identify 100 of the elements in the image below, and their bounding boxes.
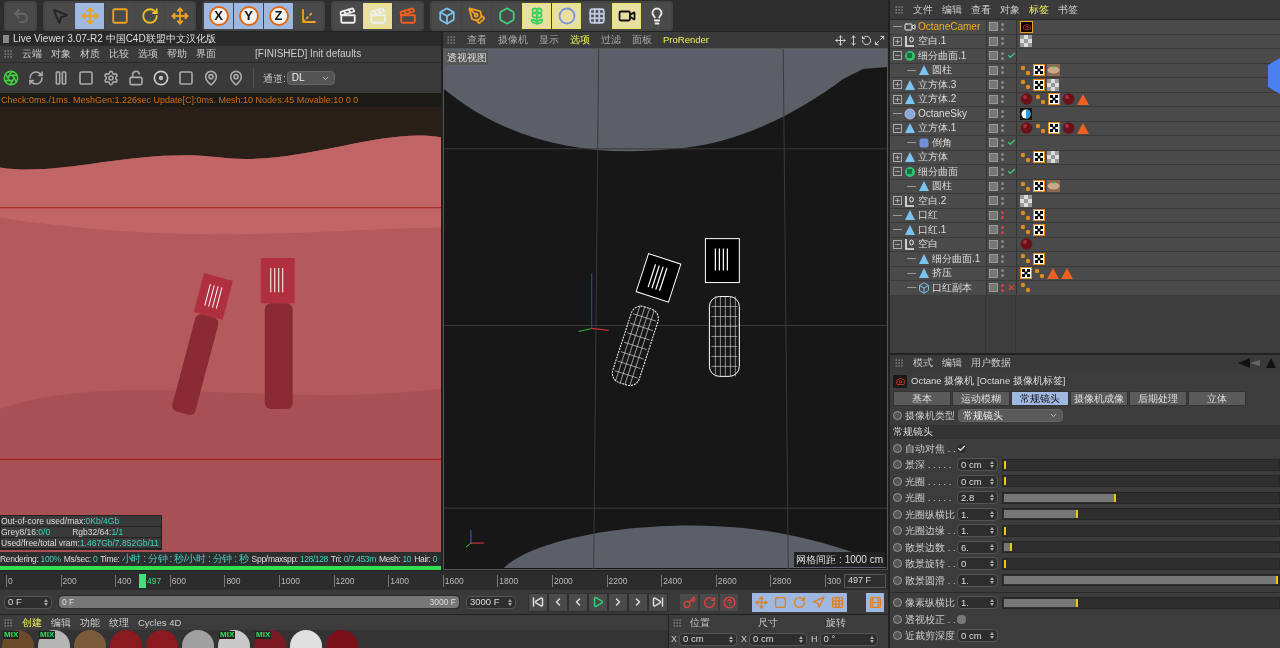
visibility-dots-icon[interactable] <box>1001 211 1004 220</box>
expand-icon[interactable] <box>893 36 902 46</box>
triangle-tag-icon[interactable] <box>1061 267 1073 279</box>
pin-icon[interactable] <box>203 70 219 86</box>
layer-swatch-icon[interactable] <box>989 254 998 264</box>
slider-fill[interactable] <box>1004 543 1013 552</box>
pan-icon[interactable] <box>835 34 846 46</box>
number-field[interactable]: 0 cm <box>957 474 998 488</box>
layer-swatch-icon[interactable] <box>989 94 998 104</box>
menu-item[interactable]: 过滤 <box>601 35 621 45</box>
material-swatch[interactable] <box>146 630 178 648</box>
object-name[interactable]: 倒角 <box>932 137 952 148</box>
keyframe-button[interactable] <box>720 593 738 611</box>
checker-tag-icon[interactable] <box>1020 35 1032 48</box>
menu-item[interactable]: 编辑 <box>942 358 962 368</box>
visibility-dots-icon[interactable] <box>1001 182 1004 191</box>
object-name[interactable]: 空白.1 <box>918 36 947 47</box>
collapse-icon[interactable] <box>893 123 902 133</box>
checker-tag-icon[interactable] <box>1033 151 1045 164</box>
slider-track[interactable] <box>1002 524 1280 537</box>
dots-tag-icon[interactable] <box>1035 93 1046 105</box>
dots-tag-icon[interactable] <box>1020 224 1031 236</box>
slider-fill[interactable] <box>1004 493 1117 502</box>
axis-toggle[interactable]: Y <box>234 2 263 29</box>
number-field[interactable]: 1. <box>957 507 998 521</box>
expand-icon[interactable] <box>893 94 902 104</box>
tool-button[interactable] <box>642 2 671 29</box>
orbit-icon[interactable] <box>861 34 872 46</box>
expand-icon[interactable] <box>893 80 902 90</box>
visibility-dots-icon[interactable] <box>1001 138 1004 147</box>
axis-toggle[interactable]: Z <box>264 2 293 29</box>
dots-tag-icon[interactable] <box>1020 79 1031 91</box>
checker-tag-icon[interactable] <box>1033 223 1045 236</box>
object-name[interactable]: 细分曲面.1 <box>918 50 967 61</box>
range-slider[interactable]: 0 F 3000 F <box>59 596 459 608</box>
triangle-tag-icon[interactable] <box>1077 122 1089 134</box>
tool-button[interactable] <box>552 2 581 29</box>
triangle-tag-icon[interactable] <box>1077 93 1089 105</box>
menu-item[interactable]: 选项 <box>570 35 590 45</box>
menu-item[interactable]: 功能 <box>80 617 100 628</box>
layer-swatch-icon[interactable] <box>989 138 998 148</box>
checker-tag-icon[interactable] <box>1048 93 1060 106</box>
menu-item[interactable]: ProRender <box>663 35 709 45</box>
camera-tag-icon[interactable] <box>1020 20 1033 33</box>
gear-icon[interactable] <box>103 70 119 86</box>
dots-tag-icon[interactable] <box>1020 64 1031 76</box>
layer-swatch-icon[interactable] <box>989 65 998 75</box>
material-swatch[interactable]: MIX <box>38 630 70 648</box>
layer-swatch-icon[interactable] <box>989 225 998 235</box>
collapse-icon[interactable] <box>893 167 902 177</box>
refresh-icon[interactable] <box>28 70 44 86</box>
object-name[interactable]: 细分曲面 <box>918 166 958 177</box>
sky-tag-icon[interactable] <box>1020 107 1032 120</box>
layer-swatch-icon[interactable] <box>989 51 998 61</box>
slider-track[interactable] <box>1002 475 1280 488</box>
checker-tag-icon[interactable] <box>1020 267 1032 280</box>
layer-swatch-icon[interactable] <box>989 167 998 177</box>
material-swatch[interactable] <box>182 630 214 648</box>
layer-swatch-icon[interactable] <box>989 268 998 278</box>
start-frame-field[interactable]: 0 F <box>4 595 52 609</box>
visibility-dots-icon[interactable] <box>1001 109 1004 118</box>
visibility-dots-icon[interactable] <box>1001 167 1004 176</box>
object-name[interactable]: 立方体.2 <box>918 94 957 105</box>
menu-item[interactable]: 云端 <box>22 49 42 59</box>
material-tag-icon[interactable] <box>1047 180 1060 193</box>
layer-swatch-icon[interactable] <box>989 22 998 32</box>
playback-button[interactable] <box>549 593 567 611</box>
collapse-icon[interactable] <box>893 239 902 249</box>
material-swatch[interactable] <box>290 630 322 648</box>
object-name[interactable]: 细分曲面.1 <box>932 253 981 264</box>
tool-button[interactable] <box>363 2 392 29</box>
playback-button[interactable] <box>589 593 607 611</box>
object-name[interactable]: 口红 <box>918 210 938 221</box>
visibility-dots-icon[interactable] <box>1001 153 1004 162</box>
slider-track[interactable] <box>1002 458 1280 471</box>
current-frame-field[interactable]: 497 F <box>844 573 886 588</box>
expand-icon[interactable] <box>893 196 902 206</box>
material-tag-icon[interactable] <box>1047 64 1060 77</box>
hexagon-badge-icon[interactable] <box>1268 58 1280 94</box>
layer-swatch-icon[interactable] <box>989 109 998 119</box>
menu-item[interactable]: 用户数据 <box>971 358 1011 368</box>
playback-button[interactable] <box>609 593 627 611</box>
object-name[interactable]: 圆柱 <box>932 181 952 192</box>
object-name[interactable]: OctaneSky <box>918 108 967 119</box>
visibility-dots-icon[interactable] <box>1001 254 1004 263</box>
slider-track[interactable] <box>1002 541 1280 554</box>
tab[interactable]: 立体 <box>1188 391 1246 406</box>
dots-tag-icon[interactable] <box>1020 151 1031 163</box>
visibility-dots-icon[interactable] <box>1001 269 1004 278</box>
menu-item[interactable]: 摄像机 <box>498 35 528 45</box>
checkbox[interactable] <box>957 614 966 624</box>
layer-swatch-icon[interactable] <box>989 239 998 249</box>
playback-button[interactable] <box>629 593 647 611</box>
coordinate-field[interactable]: 0 ° <box>819 632 878 646</box>
coordinate-field[interactable]: 0 cm <box>749 632 808 646</box>
slider-track[interactable] <box>1002 508 1280 521</box>
material-swatch[interactable]: MIX <box>218 630 250 648</box>
tool-button[interactable] <box>582 2 611 29</box>
object-name[interactable]: 口红副本 <box>932 282 972 293</box>
tab[interactable]: 后期处理 <box>1129 391 1187 406</box>
